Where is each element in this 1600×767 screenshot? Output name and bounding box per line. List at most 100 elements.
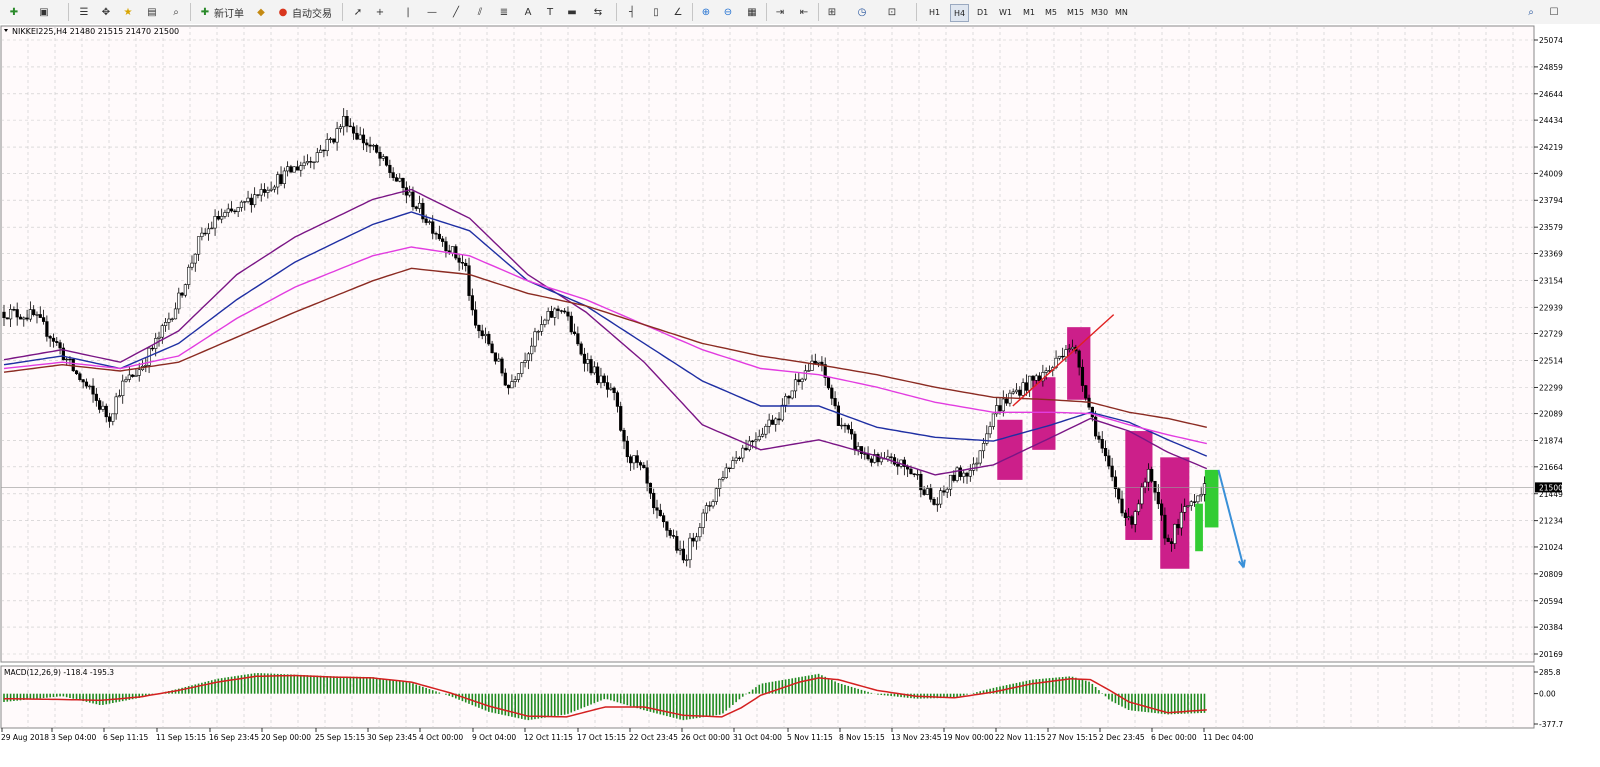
candle-body xyxy=(559,310,563,312)
candle-body xyxy=(315,152,319,163)
market-watch-icon[interactable]: ☰ xyxy=(76,4,92,20)
candle-body xyxy=(840,424,844,427)
timeframe-m30[interactable]: M30 xyxy=(1088,4,1111,20)
timeframe-m15[interactable]: M15 xyxy=(1064,4,1087,20)
candle-body xyxy=(91,385,95,395)
candle-body xyxy=(942,490,946,493)
chart-svg[interactable]: 25074 24859 24644 24434 24219 24009 23794 23579… xyxy=(0,24,1600,764)
candle-body xyxy=(962,472,966,477)
time-tick-label: 19 Nov 00:00 xyxy=(943,733,994,742)
candle-body xyxy=(295,166,300,171)
bar-chart-icon[interactable]: ┤ xyxy=(624,4,640,20)
candle-body xyxy=(424,218,428,223)
timeframe-m5[interactable]: M5 xyxy=(1042,4,1060,20)
candle-body xyxy=(474,309,478,326)
candle-body xyxy=(757,435,761,441)
chat-icon[interactable]: ☐ xyxy=(1546,4,1562,20)
candle-body xyxy=(830,387,834,399)
new-chart-icon[interactable]: ✚ xyxy=(6,4,22,20)
candle-body xyxy=(1001,398,1005,412)
profiles-icon[interactable]: ▣ xyxy=(36,4,52,20)
candle-body xyxy=(698,527,702,538)
time-tick-label: 30 Sep 23:45 xyxy=(367,733,417,742)
candle-body xyxy=(889,456,893,458)
candle-body xyxy=(411,191,415,208)
candle-body xyxy=(12,309,16,311)
candle-body xyxy=(1034,375,1038,381)
zoom-out-icon[interactable]: ⊖ xyxy=(720,4,736,20)
chart-shift-icon[interactable]: ⇤ xyxy=(796,4,812,20)
price-tick-label: 20384 xyxy=(1539,623,1563,632)
data-window-icon[interactable]: ▤ xyxy=(144,4,160,20)
timeframe-m1[interactable]: M1 xyxy=(1020,4,1038,20)
text-label-icon[interactable]: T xyxy=(542,4,558,20)
fibonacci-icon[interactable]: ≣ xyxy=(496,4,512,20)
rectangle-icon[interactable]: ▬ xyxy=(564,4,580,20)
periods-icon[interactable]: ◷ xyxy=(854,4,870,20)
cursor-icon[interactable]: ➚ xyxy=(350,4,366,20)
timeframe-mn[interactable]: MN xyxy=(1112,4,1131,20)
line-chart-icon[interactable]: ∠ xyxy=(670,4,686,20)
candle-body xyxy=(180,292,184,296)
timeframe-w1[interactable]: W1 xyxy=(996,4,1015,20)
new-order-icon[interactable]: ✚ xyxy=(197,4,213,20)
auto-trading-button[interactable]: 自动交易 xyxy=(292,4,332,20)
auto-scroll-icon[interactable]: ⇥ xyxy=(772,4,788,20)
candle-body xyxy=(803,370,808,380)
candlestick-icon[interactable]: ▯ xyxy=(648,4,664,20)
candle-body xyxy=(671,535,676,537)
candle-body xyxy=(556,308,560,311)
candle-body xyxy=(935,503,939,506)
candle-body xyxy=(780,404,784,421)
candle-body xyxy=(533,331,537,347)
tile-windows-icon[interactable]: ▦ xyxy=(744,4,760,20)
meta-editor-icon[interactable]: ◆ xyxy=(253,4,269,20)
search-icon[interactable]: ⌕ xyxy=(1523,4,1539,20)
candle-body xyxy=(691,537,695,542)
candle-body xyxy=(375,144,379,153)
channel-icon[interactable]: ⫽ xyxy=(472,4,488,20)
candle-body xyxy=(292,166,296,173)
candle-body xyxy=(157,336,161,339)
new-order-button[interactable]: 新订单 xyxy=(214,4,244,20)
candle-body xyxy=(160,325,164,338)
candle-body xyxy=(968,470,972,477)
auto-trading-icon[interactable]: ● xyxy=(275,4,291,20)
candle-body xyxy=(609,387,613,390)
trendline-icon[interactable]: ╱ xyxy=(448,4,464,20)
candle-body xyxy=(998,405,1002,412)
arrows-icon[interactable]: ⇆ xyxy=(590,4,606,20)
candle-body xyxy=(355,132,359,140)
candle-body xyxy=(101,405,105,410)
price-tick-label: 24219 xyxy=(1539,143,1563,152)
candle-body xyxy=(1097,435,1101,440)
candle-body xyxy=(134,375,138,377)
favorites-icon[interactable]: ★ xyxy=(120,4,136,20)
candle-body xyxy=(441,238,445,242)
text-icon[interactable]: A xyxy=(520,4,536,20)
candle-body xyxy=(975,462,979,465)
candle-body xyxy=(530,345,534,355)
timeframe-h1[interactable]: H1 xyxy=(926,4,943,20)
templates-icon[interactable]: ⊡ xyxy=(884,4,900,20)
navigator-icon[interactable]: ✥ xyxy=(98,4,114,20)
candle-body xyxy=(144,364,148,367)
zoom-in-icon[interactable]: ⊕ xyxy=(698,4,714,20)
timeframe-d1[interactable]: D1 xyxy=(974,4,991,20)
indicators-icon[interactable]: ⊞ xyxy=(824,4,840,20)
candle-body xyxy=(256,194,260,196)
crosshair-icon[interactable]: + xyxy=(372,4,388,20)
magenta-box xyxy=(1032,377,1056,450)
candle-body xyxy=(213,215,217,229)
candle-body xyxy=(625,440,629,458)
candle-body xyxy=(289,166,293,173)
candle-body xyxy=(342,115,346,128)
vertical-line-icon[interactable]: | xyxy=(400,4,416,20)
candle-body xyxy=(605,382,610,390)
timeframe-h4[interactable]: H4 xyxy=(950,4,970,22)
candle-body xyxy=(701,512,705,528)
candle-body xyxy=(276,174,280,188)
strategy-tester-icon[interactable]: ⌕ xyxy=(168,4,184,20)
horizontal-line-icon[interactable]: — xyxy=(424,4,440,20)
candle-body xyxy=(460,261,465,264)
